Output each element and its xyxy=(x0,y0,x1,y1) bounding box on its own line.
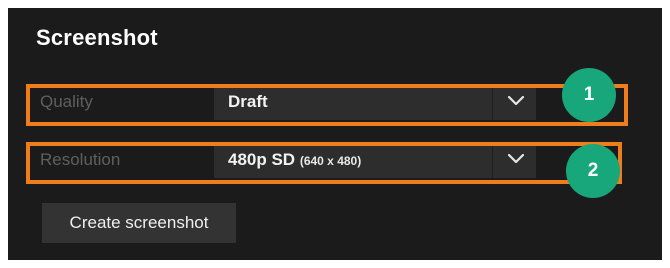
step-badge-1: 1 xyxy=(562,68,616,122)
resolution-value-sub: (640 x 480) xyxy=(299,154,362,168)
quality-dropdown-button[interactable] xyxy=(496,84,536,120)
resolution-dropdown-button[interactable] xyxy=(496,142,536,178)
step-badge-2: 2 xyxy=(566,144,620,198)
resolution-select[interactable]: 480p SD (640 x 480) xyxy=(214,142,536,178)
screenshot-frame: Screenshot Quality Draft Resolution 480p… xyxy=(0,0,670,268)
quality-select[interactable]: Draft xyxy=(214,84,536,120)
chevron-down-icon xyxy=(508,154,524,164)
resolution-value: 480p SD (640 x 480) xyxy=(228,150,361,170)
quality-select-divider xyxy=(492,84,493,120)
chevron-down-icon xyxy=(508,96,524,106)
resolution-select-divider xyxy=(492,142,493,178)
create-screenshot-button[interactable]: Create screenshot xyxy=(42,203,236,243)
panel-title: Screenshot xyxy=(36,25,158,50)
resolution-label: Resolution xyxy=(40,150,121,169)
quality-label: Quality xyxy=(40,92,93,111)
resolution-value-main: 480p SD xyxy=(228,150,296,169)
quality-value: Draft xyxy=(228,92,268,112)
quality-value-main: Draft xyxy=(228,92,268,111)
